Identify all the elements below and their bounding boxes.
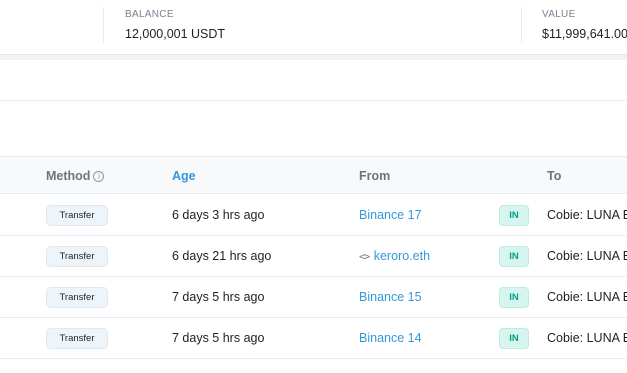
code-icon: <> (359, 250, 370, 263)
section-band (0, 54, 627, 60)
section-divider (0, 100, 627, 101)
value-amount: $11,999,641.00 (542, 27, 627, 41)
from-link[interactable]: Binance 17 (359, 208, 422, 222)
table-row: Transfer 6 days 21 hrs ago <> keroro.eth IN… (0, 236, 627, 277)
method-badge[interactable]: Transfer (46, 328, 108, 349)
from-label: Binance 14 (359, 331, 422, 345)
balance-value: 12,000,001 USDT (125, 27, 226, 41)
age-cell: 6 days 3 hrs ago (172, 208, 265, 222)
method-header: Method i (46, 169, 105, 183)
age-cell: 6 days 21 hrs ago (172, 249, 272, 263)
info-icon[interactable]: i (93, 171, 105, 182)
method-badge[interactable]: Transfer (46, 287, 108, 308)
from-link[interactable]: Binance 15 (359, 290, 422, 304)
from-label: Binance 17 (359, 208, 422, 222)
from-label: Binance 15 (359, 290, 422, 304)
method-badge[interactable]: Transfer (46, 246, 108, 267)
table-row: Transfer 7 days 5 hrs ago Binance 15 IN Cobi… (0, 277, 627, 318)
balance-label: BALANCE (125, 9, 174, 20)
method-badge[interactable]: Transfer (46, 205, 108, 226)
table-row: Transfer 6 days 3 hrs ago Binance 17 IN Cobi… (0, 195, 627, 236)
from-label: keroro.eth (373, 249, 431, 263)
from-link[interactable]: Binance 14 (359, 331, 422, 345)
direction-badge: IN (499, 328, 529, 349)
method-header-label: Method (46, 169, 91, 183)
to-cell[interactable]: Cobie: LUNA Bet (547, 331, 627, 345)
table-header: Method i Age From To (0, 156, 627, 194)
token-summary: BALANCE 12,000,001 USDT VALUE $11,999,64… (0, 0, 627, 55)
direction-badge: IN (499, 287, 529, 308)
from-header: From (359, 169, 391, 183)
age-cell: 7 days 5 hrs ago (172, 331, 265, 345)
summary-divider (103, 7, 104, 43)
age-cell: 7 days 5 hrs ago (172, 290, 265, 304)
summary-divider (521, 7, 522, 43)
to-cell[interactable]: Cobie: LUNA Bet (547, 290, 627, 304)
age-header[interactable]: Age (172, 169, 196, 183)
to-cell[interactable]: Cobie: LUNA Bet (547, 249, 627, 263)
direction-badge: IN (499, 246, 529, 267)
direction-badge: IN (499, 205, 529, 226)
to-cell[interactable]: Cobie: LUNA Bet (547, 208, 627, 222)
from-link[interactable]: <> keroro.eth (359, 249, 430, 263)
table-row: Transfer 7 days 5 hrs ago Binance 14 IN Cobi… (0, 318, 627, 359)
value-label: VALUE (542, 9, 576, 20)
to-header: To (547, 169, 562, 183)
